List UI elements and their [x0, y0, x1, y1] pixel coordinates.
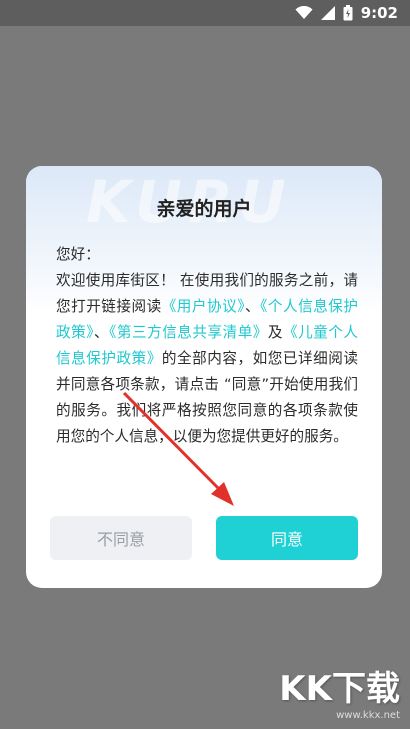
- site-watermark-url: www.kkx.net: [336, 710, 400, 721]
- site-watermark-main: KK下载: [279, 669, 400, 709]
- red-arrow-annotation: [122, 391, 234, 506]
- site-watermark-logo: KK下载 www.kkx.net: [279, 661, 400, 721]
